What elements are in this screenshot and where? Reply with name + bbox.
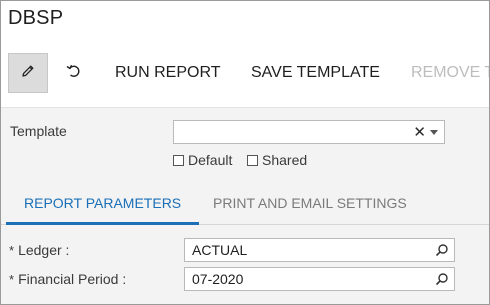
financial-period-label-text: Financial Period : bbox=[18, 271, 127, 287]
toolbar: RUN REPORT SAVE TEMPLATE REMOVE T bbox=[1, 53, 489, 95]
required-marker: * bbox=[9, 272, 15, 287]
shared-checkbox-label: Shared bbox=[262, 152, 308, 168]
search-icon[interactable] bbox=[435, 243, 449, 262]
clear-icon[interactable]: ✕ bbox=[413, 125, 426, 140]
shared-checkbox[interactable]: Shared bbox=[247, 152, 307, 168]
page-title: DBSP bbox=[8, 7, 64, 29]
edit-button[interactable] bbox=[8, 53, 48, 93]
ledger-label: * Ledger : bbox=[9, 242, 69, 258]
report-form: Template ✕ Default Shared REPORT PARAMET… bbox=[1, 107, 489, 304]
financial-period-value: 07-2020 bbox=[192, 271, 244, 287]
remove-template-button[interactable]: REMOVE T bbox=[411, 53, 489, 93]
chevron-down-icon[interactable] bbox=[430, 130, 438, 135]
financial-period-lookup[interactable]: 07-2020 bbox=[184, 267, 455, 291]
template-label: Template bbox=[10, 123, 67, 139]
undo-button[interactable] bbox=[57, 53, 91, 93]
financial-period-label: * Financial Period : bbox=[9, 271, 126, 287]
ledger-value: ACTUAL bbox=[192, 242, 248, 258]
ledger-lookup[interactable]: ACTUAL bbox=[184, 238, 455, 262]
save-template-button[interactable]: SAVE TEMPLATE bbox=[251, 53, 380, 93]
search-icon[interactable] bbox=[435, 272, 449, 291]
template-select[interactable]: ✕ bbox=[173, 120, 445, 144]
run-report-button[interactable]: RUN REPORT bbox=[115, 53, 221, 93]
default-checkbox[interactable]: Default bbox=[173, 152, 232, 168]
pencil-icon bbox=[20, 63, 36, 84]
tab-report-parameters[interactable]: REPORT PARAMETERS bbox=[6, 184, 200, 225]
tabs: REPORT PARAMETERS PRINT AND EMAIL SETTIN… bbox=[1, 184, 489, 225]
ledger-label-text: Ledger : bbox=[18, 242, 70, 258]
report-window: DBSP RUN REPORT SAVE TEMPLATE REMOVE T T… bbox=[0, 0, 490, 305]
shared-checkbox-box[interactable] bbox=[247, 154, 258, 166]
default-checkbox-box[interactable] bbox=[173, 154, 184, 166]
default-checkbox-label: Default bbox=[188, 152, 233, 168]
required-marker: * bbox=[9, 243, 15, 258]
tab-print-email-settings[interactable]: PRINT AND EMAIL SETTINGS bbox=[213, 184, 407, 222]
undo-icon bbox=[65, 63, 83, 84]
